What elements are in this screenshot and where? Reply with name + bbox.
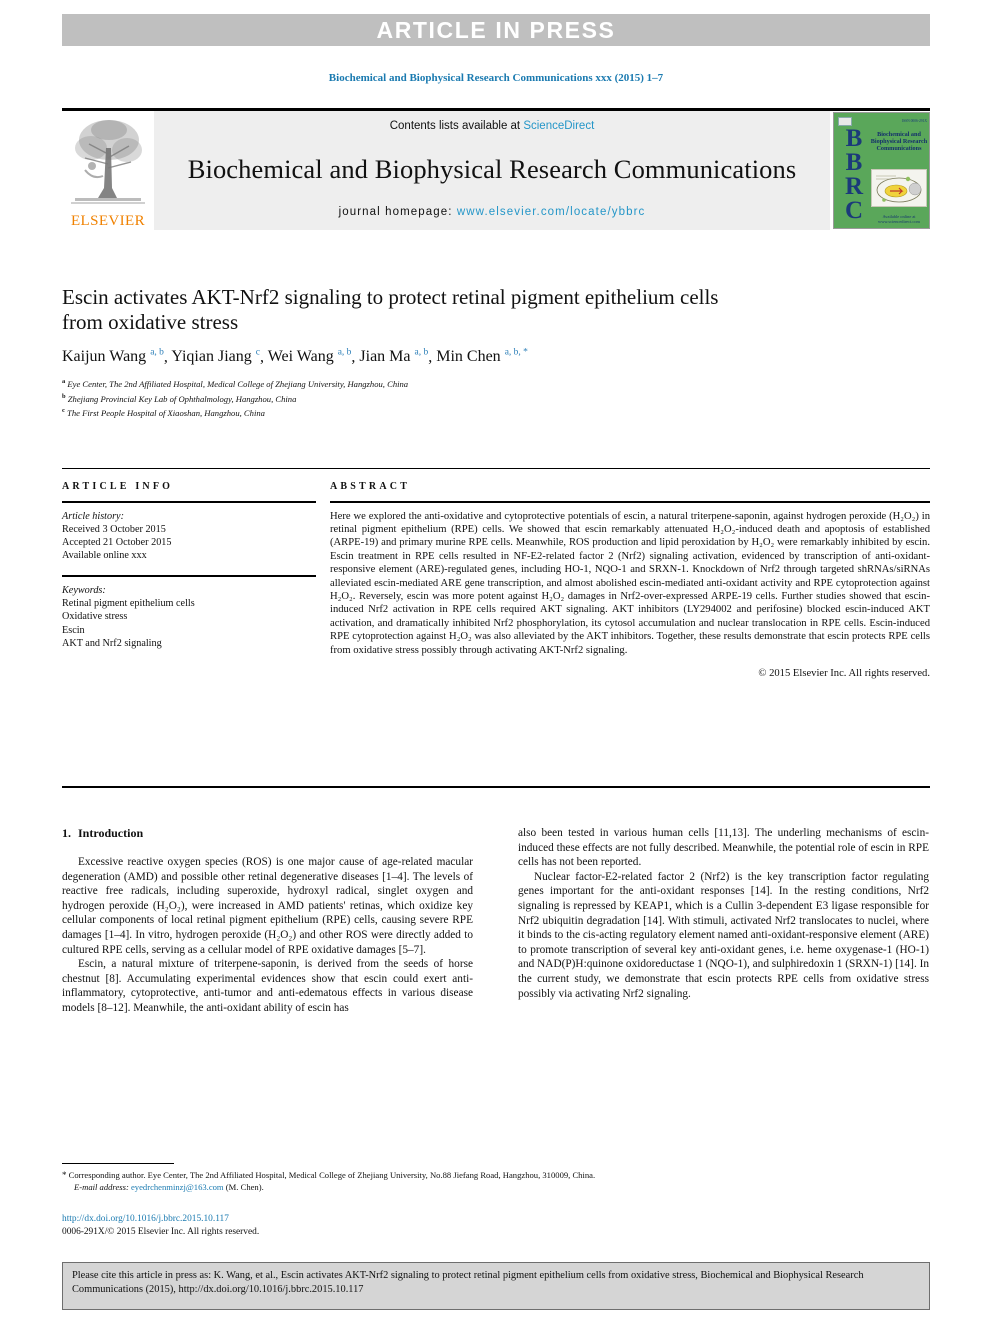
article-title-block: Escin activates AKT-Nrf2 signaling to pr… bbox=[62, 285, 930, 419]
author-entry: Wei Wang a, b bbox=[268, 348, 352, 365]
abstract-bottom-rule bbox=[62, 786, 930, 788]
keyword-item: Oxidative stress bbox=[62, 611, 128, 623]
running-head: Biochemical and Biophysical Research Com… bbox=[328, 72, 664, 84]
info-abstract-section: ARTICLE INFO Article history: Received 3… bbox=[62, 468, 930, 680]
cover-illustration bbox=[871, 169, 927, 207]
journal-homepage-line: journal homepage: www.elsevier.com/locat… bbox=[339, 206, 646, 218]
article-history-block: Article history: Received 3 October 2015… bbox=[62, 503, 316, 563]
contents-lists-line: Contents lists available at ScienceDirec… bbox=[390, 120, 595, 132]
cover-bbrc-letters: BBRC bbox=[844, 125, 864, 224]
footnote-line-2: E-mail address: eyedrchenminzj@163.com (… bbox=[62, 1181, 930, 1193]
cover-issn-label: ISSN 0006-291X bbox=[901, 119, 927, 123]
journal-article-page: ARTICLE IN PRESS Biochemical and Biophys… bbox=[0, 0, 992, 1323]
affiliation-mark: b bbox=[62, 392, 66, 400]
affiliation-item: c The First People Hospital of Xiaoshan,… bbox=[62, 405, 930, 419]
contents-lists-prefix: Contents lists available at bbox=[389, 120, 524, 132]
article-history-received: Received 3 October 2015 bbox=[62, 523, 166, 535]
author-affiliation-marks: c bbox=[255, 348, 260, 358]
masthead-center: Contents lists available at ScienceDirec… bbox=[154, 111, 830, 230]
paragraph: Escin, a natural mixture of triterpene-s… bbox=[62, 958, 473, 1014]
page-title: Escin activates AKT-Nrf2 signaling to pr… bbox=[62, 285, 719, 334]
affiliation-text: Zhejiang Provincial Key Lab of Ophthalmo… bbox=[67, 393, 297, 404]
sciencedirect-link[interactable]: ScienceDirect bbox=[523, 120, 594, 132]
footnote-line-1: * Corresponding author. Eye Center, The … bbox=[62, 1169, 930, 1181]
elsevier-logo-block: ELSEVIER bbox=[62, 111, 154, 230]
footnote-asterisk: * bbox=[62, 1170, 67, 1180]
author-entry: Yiqian Jiang c bbox=[171, 348, 260, 365]
elsevier-wordmark: ELSEVIER bbox=[70, 213, 146, 229]
author-affiliation-marks: a, b bbox=[150, 348, 164, 358]
paragraph: also been tested in various human cells … bbox=[518, 827, 929, 869]
article-history-available: Available online xxx bbox=[62, 550, 147, 562]
footnote-corresponding-text: Corresponding author. Eye Center, The 2n… bbox=[68, 1170, 596, 1180]
keyword-item: Retinal pigment epithelium cells bbox=[62, 598, 195, 610]
keywords-block: Keywords: Retinal pigment epithelium cel… bbox=[62, 577, 316, 650]
author-affiliation-marks: a, b bbox=[337, 348, 352, 358]
abstract-copyright: © 2015 Elsevier Inc. All rights reserved… bbox=[758, 668, 930, 680]
journal-masthead: ELSEVIER Contents lists available at Sci… bbox=[62, 108, 930, 230]
article-history-accepted: Accepted 21 October 2015 bbox=[62, 537, 172, 548]
section-heading-introduction: 1. Introduction bbox=[62, 826, 473, 841]
affiliation-mark: a bbox=[62, 378, 66, 386]
issn-copyright-line: 0006-291X/© 2015 Elsevier Inc. All right… bbox=[62, 1227, 260, 1237]
keyword-item: AKT and Nrf2 signaling bbox=[62, 637, 162, 649]
journal-cover-thumbnail: ISSN 0006-291X BBRC Biochemical and Biop… bbox=[833, 112, 930, 229]
author-affiliation-marks: a, b, * bbox=[504, 348, 528, 358]
journal-homepage-label: journal homepage: bbox=[338, 206, 457, 218]
author-name: Jian Ma bbox=[359, 348, 411, 366]
journal-homepage-link[interactable]: www.elsevier.com/locate/ybbrc bbox=[457, 206, 646, 218]
paragraph: Nuclear factor-E2-related factor 2 (Nrf2… bbox=[518, 870, 930, 1000]
author-affiliation-marks: a, b bbox=[414, 348, 429, 358]
body-columns: 1. Introduction Excessive reactive oxygen… bbox=[62, 826, 930, 1016]
article-info-column: ARTICLE INFO Article history: Received 3… bbox=[62, 469, 330, 680]
abstract-column: ABSTRACT Here we explored the anti-oxida… bbox=[330, 469, 930, 680]
body-column-left: 1. Introduction Excessive reactive oxygen… bbox=[62, 826, 473, 1016]
affiliation-text: Eye Center, The 2nd Affiliated Hospital,… bbox=[67, 379, 409, 390]
footnote-rule bbox=[62, 1163, 174, 1164]
cover-journal-title: Biochemical and Biophysical Research Com… bbox=[870, 131, 928, 153]
section-number: 1. bbox=[62, 826, 71, 840]
article-in-press-banner: ARTICLE IN PRESS bbox=[62, 14, 930, 46]
email-address-link[interactable]: eyedrchenminzj@163.com bbox=[131, 1182, 224, 1192]
author-name: Kaijun Wang bbox=[62, 348, 147, 366]
email-address-label: E-mail address: bbox=[74, 1182, 129, 1193]
affiliation-mark: c bbox=[62, 407, 65, 415]
email-owner: (M. Chen). bbox=[225, 1182, 264, 1193]
masthead-right: ISSN 0006-291X BBRC Biochemical and Biop… bbox=[830, 111, 930, 230]
body-column-right: also been tested in various human cells … bbox=[518, 826, 929, 1016]
author-name: Yiqian Jiang bbox=[171, 348, 252, 366]
affiliation-item: a Eye Center, The 2nd Affiliated Hospita… bbox=[62, 376, 930, 390]
author-entry: Jian Ma a, b bbox=[359, 348, 428, 365]
author-entry: Min Chen a, b, * bbox=[436, 348, 528, 365]
abstract-text: Here we explored the anti-oxidative and … bbox=[330, 510, 930, 656]
article-info-heading: ARTICLE INFO bbox=[62, 481, 174, 492]
article-history-label: Article history: bbox=[62, 510, 124, 522]
keyword-item: Escin bbox=[62, 624, 85, 636]
doi-link[interactable]: http://dx.doi.org/10.1016/j.bbrc.2015.10… bbox=[62, 1214, 930, 1224]
paragraph: Excessive reactive oxygen species (ROS) … bbox=[62, 856, 473, 956]
section-title: Introduction bbox=[78, 826, 144, 840]
affiliation-item: b Zhejiang Provincial Key Lab of Ophthal… bbox=[62, 391, 930, 405]
cite-this-article-box: Please cite this article in press as: K.… bbox=[62, 1262, 930, 1310]
keywords-label: Keywords: bbox=[62, 585, 106, 596]
author-entry: Kaijun Wang a, b bbox=[62, 348, 164, 365]
cover-footer-label: Available online at www.sciencedirect.co… bbox=[878, 214, 920, 224]
author-name: Min Chen bbox=[436, 348, 501, 366]
author-name: Wei Wang bbox=[267, 348, 334, 366]
abstract-heading: ABSTRACT bbox=[330, 481, 411, 492]
affiliation-list: a Eye Center, The 2nd Affiliated Hospita… bbox=[62, 376, 930, 419]
article-in-press-label: ARTICLE IN PRESS bbox=[376, 16, 616, 43]
elsevier-tree-icon bbox=[67, 114, 149, 212]
corresponding-author-footnote: * Corresponding author. Eye Center, The … bbox=[62, 1169, 930, 1194]
author-list: Kaijun Wang a, b, Yiqian Jiang c, Wei Wa… bbox=[62, 348, 528, 366]
affiliation-text: The First People Hospital of Xiaoshan, H… bbox=[67, 407, 265, 418]
journal-title: Biochemical and Biophysical Research Com… bbox=[187, 153, 797, 184]
